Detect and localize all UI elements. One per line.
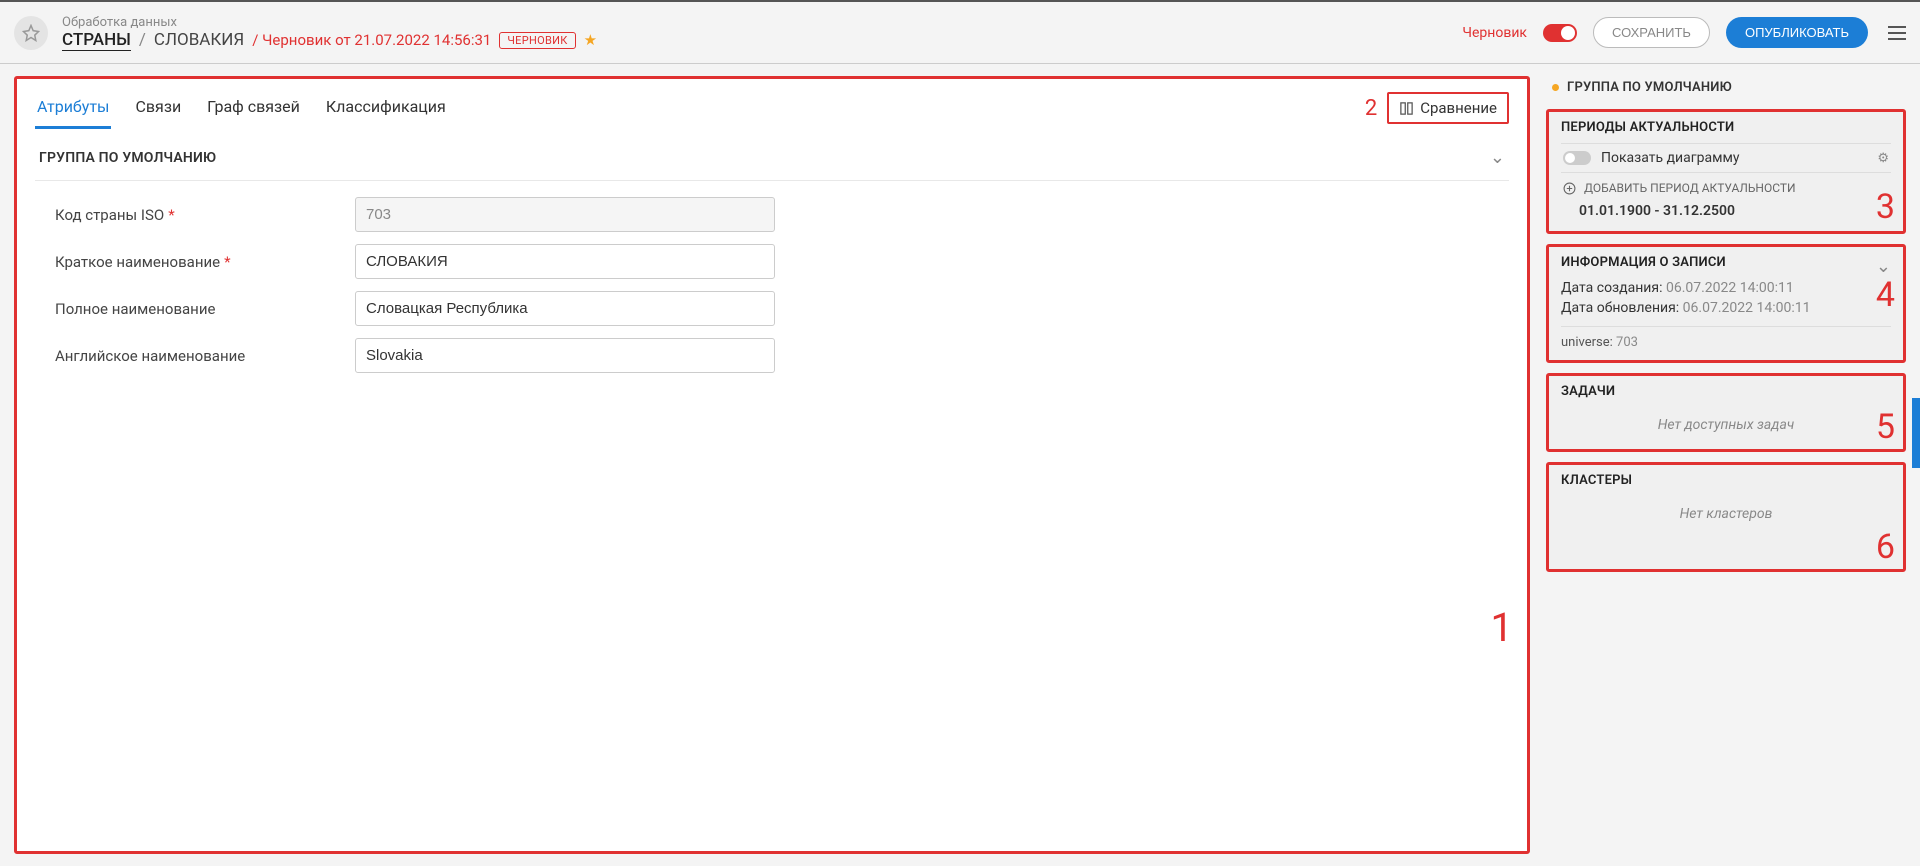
breadcrumb-root[interactable]: СТРАНЫ xyxy=(62,30,131,51)
star-icon xyxy=(22,24,40,42)
right-drawer-handle[interactable] xyxy=(1912,398,1920,468)
divider xyxy=(1561,326,1891,327)
tab-graph[interactable]: Граф связей xyxy=(205,87,302,129)
clusters-empty: Нет кластеров xyxy=(1561,496,1891,528)
main-panel: Атрибуты Связи Граф связей Классификация… xyxy=(14,76,1530,854)
field-eng-label: Английское наименование xyxy=(55,347,245,365)
panel-clusters: КЛАСТЕРЫ Нет кластеров 6 xyxy=(1546,462,1906,572)
diagram-toggle[interactable] xyxy=(1563,151,1591,165)
field-short: Краткое наименование* xyxy=(35,244,1509,279)
favorite-star-icon[interactable]: ★ xyxy=(584,31,597,49)
compare-button[interactable]: Сравнение xyxy=(1387,92,1509,124)
draft-toggle-label: Черновик xyxy=(1462,25,1527,41)
required-marker: * xyxy=(168,206,174,224)
field-short-label: Краткое наименование xyxy=(55,253,220,271)
compare-icon xyxy=(1399,101,1414,116)
field-short-input[interactable] xyxy=(355,244,775,279)
updated-value: 06.07.2022 14:00:11 xyxy=(1683,300,1811,316)
chevron-down-icon[interactable]: ⌄ xyxy=(1876,256,1891,277)
field-iso-label: Код страны ISO xyxy=(55,206,164,224)
field-full-input[interactable] xyxy=(355,291,775,326)
side-group-title: ГРУППА ПО УМОЛЧАНИЮ xyxy=(1567,80,1732,95)
panel-tasks-title: ЗАДАЧИ xyxy=(1561,384,1891,399)
plus-circle-icon xyxy=(1563,182,1576,195)
panel-info: ИНФОРМАЦИЯ О ЗАПИСИ ⌄ Дата создания: 06.… xyxy=(1546,244,1906,363)
field-eng-input[interactable] xyxy=(355,338,775,373)
top-bar: Обработка данных СТРАНЫ / СЛОВАКИЯ / Чер… xyxy=(0,0,1920,64)
group-header[interactable]: ГРУППА ПО УМОЛЧАНИЮ ⌄ xyxy=(35,129,1509,181)
side-column: ГРУППА ПО УМОЛЧАНИЮ ПЕРИОДЫ АКТУАЛЬНОСТИ… xyxy=(1546,76,1906,854)
panel-periods: ПЕРИОДЫ АКТУАЛЬНОСТИ Показать диаграмму … xyxy=(1546,109,1906,234)
add-period-button[interactable]: ДОБАВИТЬ ПЕРИОД АКТУАЛЬНОСТИ xyxy=(1561,173,1891,199)
chevron-down-icon: ⌄ xyxy=(1490,147,1505,168)
top-actions: Черновик СОХРАНИТЬ ОПУБЛИКОВАТЬ xyxy=(1462,17,1906,48)
menu-icon[interactable] xyxy=(1888,26,1906,40)
updated-label: Дата обновления: xyxy=(1561,300,1679,316)
add-period-label: ДОБАВИТЬ ПЕРИОД АКТУАЛЬНОСТИ xyxy=(1584,181,1796,195)
draft-toggle[interactable] xyxy=(1543,24,1577,42)
panel-tasks: ЗАДАЧИ Нет доступных задач 5 xyxy=(1546,373,1906,452)
compare-label: Сравнение xyxy=(1420,99,1497,117)
breadcrumb-category: Обработка данных xyxy=(62,15,1462,30)
tabs: Атрибуты Связи Граф связей Классификация xyxy=(35,87,1365,129)
save-button[interactable]: СОХРАНИТЬ xyxy=(1593,17,1710,48)
breadcrumb: Обработка данных СТРАНЫ / СЛОВАКИЯ / Чер… xyxy=(62,15,1462,51)
required-marker: * xyxy=(224,253,230,271)
favorite-toggle[interactable] xyxy=(14,16,48,50)
bullet-icon xyxy=(1552,84,1559,91)
annotation-1: 1 xyxy=(1491,604,1513,651)
field-eng: Английское наименование xyxy=(35,338,1509,373)
tasks-empty: Нет доступных задач xyxy=(1561,407,1891,439)
annotation-6: 6 xyxy=(1876,527,1895,567)
breadcrumb-separator: / xyxy=(139,30,146,50)
draft-badge: ЧЕРНОВИК xyxy=(499,32,575,49)
universe-value: 703 xyxy=(1616,335,1638,350)
tab-relations[interactable]: Связи xyxy=(133,87,183,129)
created-label: Дата создания: xyxy=(1561,280,1662,296)
field-full: Полное наименование xyxy=(35,291,1509,326)
breadcrumb-draft-info: / Черновик от 21.07.2022 14:56:31 xyxy=(252,31,491,49)
tab-attributes[interactable]: Атрибуты xyxy=(35,87,111,129)
period-range[interactable]: 01.01.1900 - 31.12.2500 xyxy=(1561,199,1891,221)
group-title: ГРУППА ПО УМОЛЧАНИЮ xyxy=(39,150,216,166)
field-iso-input[interactable] xyxy=(355,197,775,232)
gear-icon[interactable]: ⚙ xyxy=(1877,151,1889,166)
created-value: 06.07.2022 14:00:11 xyxy=(1666,280,1794,296)
panel-periods-title: ПЕРИОДЫ АКТУАЛЬНОСТИ xyxy=(1561,120,1891,135)
universe-label: universe: xyxy=(1561,335,1613,350)
tab-classification[interactable]: Классификация xyxy=(324,87,448,129)
field-iso: Код страны ISO* xyxy=(35,197,1509,232)
annotation-2: 2 xyxy=(1365,96,1377,121)
publish-button[interactable]: ОПУБЛИКОВАТЬ xyxy=(1726,17,1868,48)
side-group-header: ГРУППА ПО УМОЛЧАНИЮ xyxy=(1546,76,1906,99)
diagram-toggle-label: Показать диаграмму xyxy=(1601,150,1739,166)
field-full-label: Полное наименование xyxy=(55,300,215,318)
panel-clusters-title: КЛАСТЕРЫ xyxy=(1561,473,1891,488)
breadcrumb-current: СЛОВАКИЯ xyxy=(154,30,244,50)
panel-info-title: ИНФОРМАЦИЯ О ЗАПИСИ xyxy=(1561,255,1726,270)
